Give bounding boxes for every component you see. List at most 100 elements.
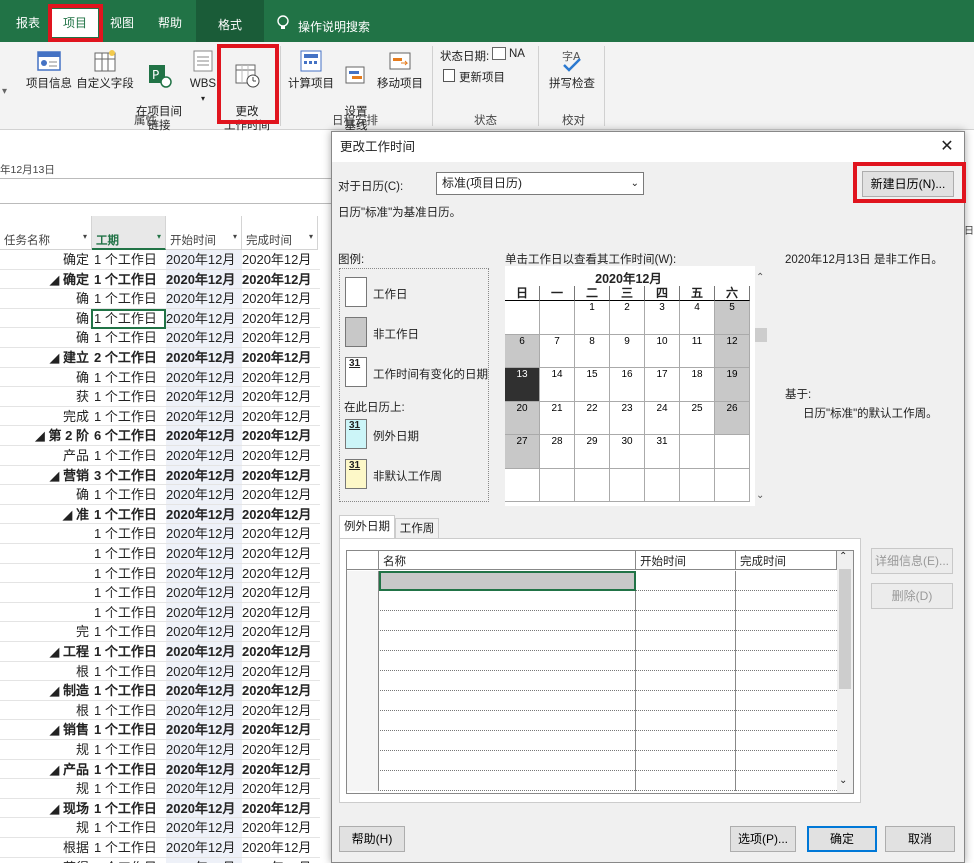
delete-button[interactable]: 删除(D) [871, 583, 953, 609]
task-row[interactable]: ◢ 制造 1 个工作日 2020年12月 2020年12月 [0, 681, 320, 701]
exception-finish-cell[interactable] [736, 631, 837, 651]
task-start-cell[interactable]: 2020年12月 [166, 465, 242, 485]
task-start-cell[interactable]: 2020年12月 [166, 583, 242, 602]
task-row[interactable]: 确1 个工作日 2020年12月 2020年12月 [0, 328, 320, 348]
task-start-cell[interactable]: 2020年12月 [166, 426, 242, 446]
task-duration-cell[interactable]: 1 个工作日 [92, 289, 166, 308]
task-start-cell[interactable]: 2020年12月 [166, 779, 242, 798]
exception-row[interactable] [347, 671, 837, 691]
task-start-cell[interactable]: 2020年12月 [166, 759, 242, 779]
task-row[interactable]: 获1 个工作日 2020年12月 2020年12月 [0, 387, 320, 407]
task-finish-cell[interactable]: 2020年12月 [242, 368, 318, 387]
task-name-cell[interactable]: 确 [0, 309, 92, 328]
task-start-cell[interactable]: 2020年12月 [166, 602, 242, 622]
task-finish-cell[interactable]: 2020年12月 [242, 446, 318, 465]
exception-finish-cell[interactable] [736, 771, 837, 791]
exception-row[interactable] [347, 731, 837, 751]
table-scroll-down-icon[interactable]: ⌄ [839, 775, 847, 786]
task-duration-cell[interactable]: 1 个工作日 [92, 270, 166, 289]
task-name-cell[interactable]: 确定 [0, 250, 92, 269]
task-name-cell[interactable]: 根据 [0, 838, 92, 857]
task-row[interactable]: 确1 个工作日 2020年12月 2020年12月 [0, 289, 320, 309]
exception-start-cell[interactable] [636, 571, 736, 591]
task-duration-cell[interactable]: 1 个工作日 [92, 858, 166, 863]
task-name-cell[interactable]: 确 [0, 328, 92, 347]
task-name-cell[interactable]: 完成 [0, 407, 92, 426]
task-start-cell[interactable]: 2020年12月 [166, 818, 242, 838]
exception-start-cell[interactable] [636, 591, 736, 611]
tab-help[interactable]: 帮助 [148, 9, 192, 37]
calendar-day[interactable]: 29 [575, 435, 610, 469]
tab-exceptions[interactable]: 例外日期 [339, 515, 395, 539]
task-name-cell[interactable]: 确 [0, 289, 92, 308]
task-finish-cell[interactable]: 2020年12月 [242, 779, 318, 798]
exception-row[interactable] [347, 751, 837, 771]
task-name-cell[interactable]: ◢ 确定 [0, 270, 92, 289]
exception-start-cell[interactable] [636, 711, 736, 731]
task-name-cell[interactable]: ◢ 建立 [0, 348, 92, 367]
exception-finish-cell[interactable] [736, 571, 837, 591]
calendar-day[interactable]: 6 [505, 334, 540, 368]
row-selector[interactable] [347, 591, 379, 611]
exception-finish-cell[interactable] [736, 611, 837, 631]
exception-name-cell[interactable] [379, 571, 636, 591]
tab-report[interactable]: 报表 [8, 9, 48, 37]
task-row[interactable]: ◢ 营销 3 个工作日 2020年12月 2020年12月 [0, 465, 320, 486]
calendar-day[interactable]: 13 [505, 368, 540, 402]
task-finish-cell[interactable]: 2020年12月 [242, 701, 318, 720]
tell-me-search[interactable]: 操作说明搜索 [298, 18, 370, 35]
exception-name-cell[interactable] [379, 611, 636, 631]
task-finish-cell[interactable]: 2020年12月 [242, 505, 318, 524]
task-name-cell[interactable]: 根 [0, 701, 92, 720]
task-start-cell[interactable]: 2020年12月 [166, 563, 242, 583]
exception-name-cell[interactable] [379, 591, 636, 611]
calendar-day[interactable]: 14 [540, 368, 575, 402]
task-duration-cell[interactable]: 1 个工作日 [92, 328, 166, 347]
task-duration-cell[interactable]: 1 个工作日 [92, 603, 166, 622]
task-row[interactable]: ◢ 第 2 阶6 个工作日 2020年12月 2020年12月 [0, 426, 320, 446]
weekday-header[interactable]: 三 [610, 286, 645, 301]
task-start-cell[interactable]: 2020年12月 [166, 700, 242, 720]
task-start-cell[interactable]: 2020年12月 [166, 798, 242, 818]
calendar-select[interactable]: 标准(项目日历) ⌄ [436, 172, 644, 195]
task-duration-cell[interactable]: 1 个工作日 [92, 720, 166, 739]
help-button[interactable]: 帮助(H) [339, 826, 405, 852]
task-start-cell[interactable]: 2020年12月 [166, 328, 242, 348]
task-duration-cell[interactable]: 1 个工作日 [92, 799, 166, 818]
task-start-cell[interactable]: 2020年12月 [166, 544, 242, 563]
task-name-cell[interactable]: ◢ 第 2 阶 [0, 426, 92, 445]
calendar-day[interactable]: 19 [715, 368, 750, 402]
task-row[interactable]: 确1 个工作日 2020年12月 2020年12月 [0, 485, 320, 505]
task-start-cell[interactable]: 2020年12月 [166, 661, 242, 681]
table-header-finish[interactable]: 完成时间 [736, 551, 837, 570]
task-finish-cell[interactable]: 2020年12月 [242, 760, 318, 779]
calendar-day[interactable]: 24 [645, 401, 680, 435]
exception-start-cell[interactable] [636, 651, 736, 671]
column-start[interactable]: 开始时间 ▾ [166, 216, 242, 250]
exception-name-cell[interactable] [379, 651, 636, 671]
task-finish-cell[interactable]: 2020年12月 [242, 407, 318, 426]
row-selector[interactable] [347, 691, 379, 711]
row-selector[interactable] [347, 751, 379, 771]
task-finish-cell[interactable]: 2020年12月 [242, 622, 318, 641]
task-finish-cell[interactable]: 2020年12月 [242, 328, 318, 347]
task-start-cell[interactable]: 2020年12月 [166, 406, 242, 426]
calendar-day[interactable]: 26 [715, 401, 750, 435]
task-row[interactable]: 根1 个工作日 2020年12月 2020年12月 [0, 700, 320, 721]
exception-start-cell[interactable] [636, 631, 736, 651]
table-scroll-thumb[interactable] [839, 569, 851, 689]
task-finish-cell[interactable]: 2020年12月 [242, 564, 318, 583]
column-duration[interactable]: 工期 ▾ [92, 216, 166, 250]
task-row[interactable]: 获得1 个工作日2020年12月2020年12月 [0, 857, 320, 863]
spelling-button[interactable]: 字A 拼写检查 [546, 48, 598, 91]
tab-format[interactable]: 格式 [196, 0, 264, 42]
exception-row[interactable] [347, 711, 837, 731]
weekday-header[interactable]: 四 [645, 286, 680, 301]
calendar-day[interactable]: 7 [540, 334, 575, 368]
task-row[interactable]: 规1 个工作日 2020年12月 2020年12月 [0, 740, 320, 760]
exception-start-cell[interactable] [636, 731, 736, 751]
task-finish-cell[interactable]: 2020年12月 [242, 799, 318, 818]
weekday-header[interactable]: 一 [540, 286, 575, 301]
calendar-day[interactable]: 1 [575, 301, 610, 335]
task-start-cell[interactable]: 2020年12月 [166, 289, 242, 308]
